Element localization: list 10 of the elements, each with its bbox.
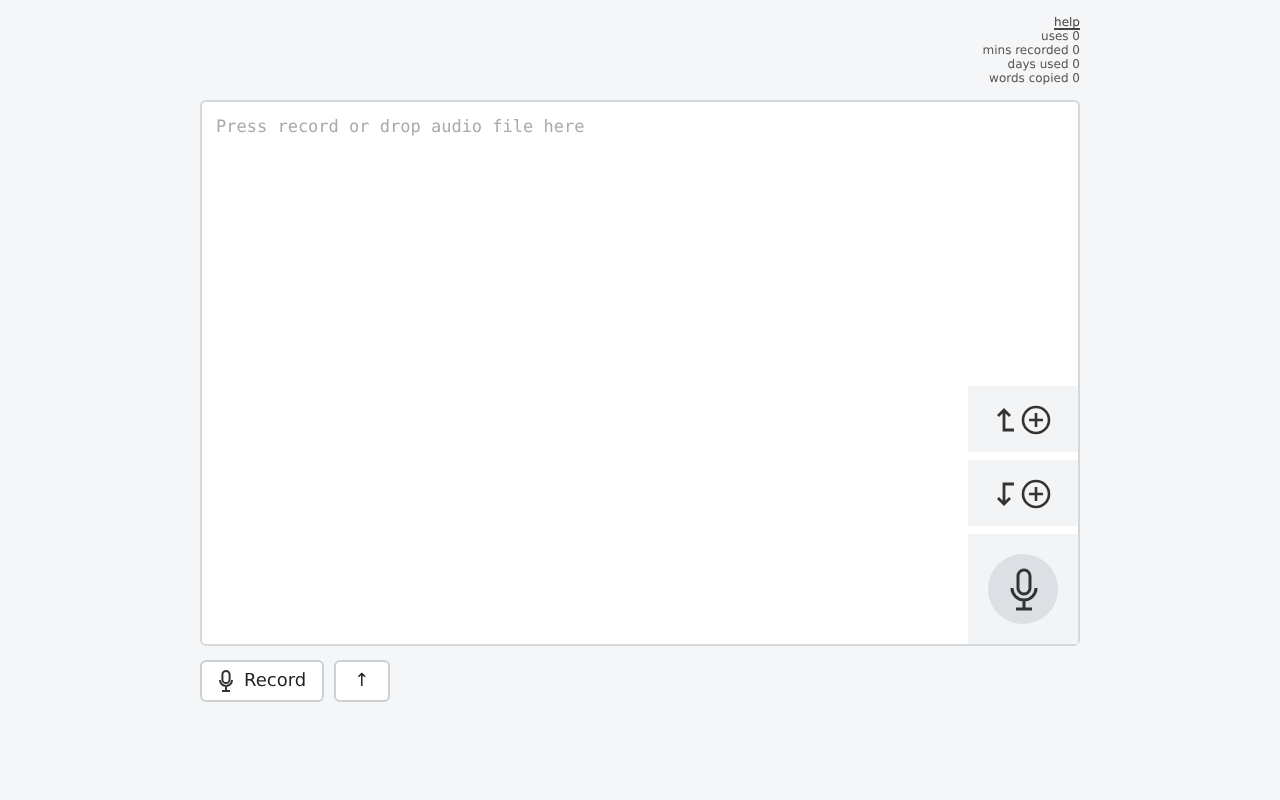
upload-button[interactable]: ↑ <box>334 660 390 702</box>
insert-above-icon <box>993 401 1053 437</box>
record-button[interactable]: Record <box>200 660 325 702</box>
transcript-field[interactable]: Press record or drop audio file here <box>200 100 1080 646</box>
microphone-button[interactable] <box>988 554 1058 624</box>
microphone-icon <box>218 670 234 692</box>
insert-below-icon <box>993 475 1053 511</box>
microphone-icon <box>1007 567 1039 611</box>
insert-below-button[interactable] <box>968 460 1078 526</box>
insert-above-button[interactable] <box>968 386 1078 452</box>
